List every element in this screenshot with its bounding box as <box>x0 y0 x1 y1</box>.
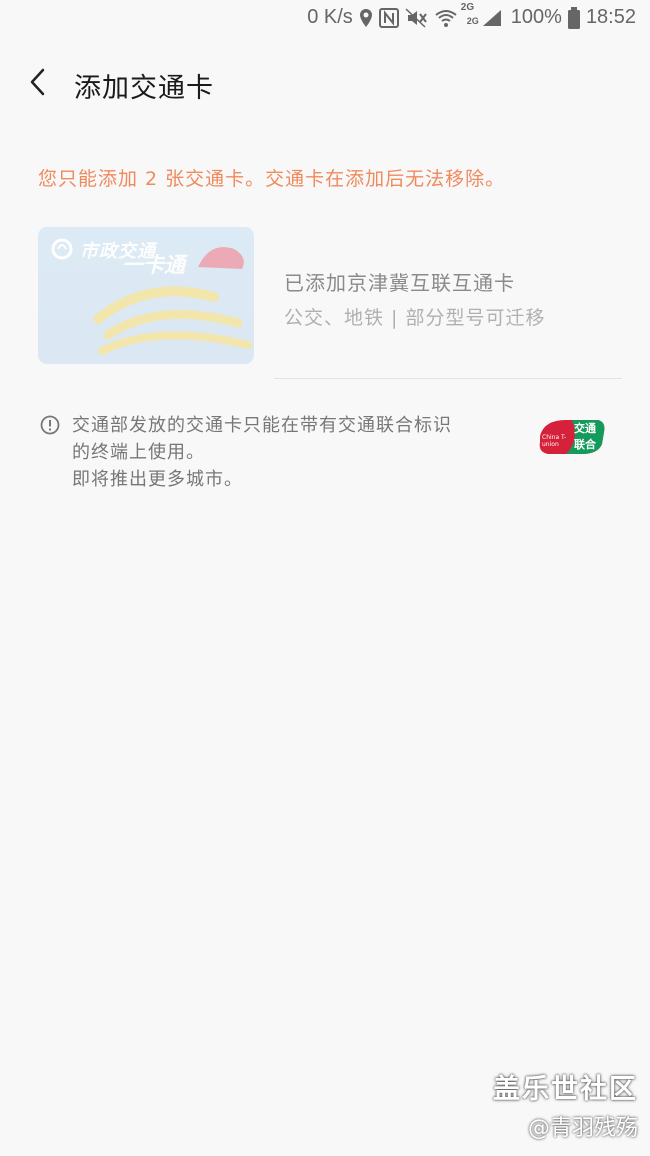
info-line-2: 的终端上使用。 <box>72 442 205 463</box>
logo-small-text: China T-union <box>542 434 567 448</box>
page-title: 添加交通卡 <box>74 73 214 104</box>
card-subtitle: 公交、地铁 | 部分型号可迁移 <box>284 307 546 329</box>
clock: 18:52 <box>585 6 636 28</box>
status-icons: 0 K/s 2G 2G 100% 18:52 <box>307 2 636 29</box>
info-text: 交通部发放的交通卡只能在带有交通联合标识 的终端上使用。 即将推出更多城市。 <box>72 412 512 493</box>
signal-label-bottom: 2G <box>466 15 479 26</box>
location-icon <box>359 8 373 28</box>
watermark-title: 盖乐世社区 <box>493 1074 638 1105</box>
app-header: 添加交通卡 <box>0 56 650 112</box>
divider <box>274 378 622 379</box>
back-button[interactable] <box>20 64 56 100</box>
transit-card-image: 市政交通 一卡通 <box>38 227 254 364</box>
info-line-3: 即将推出更多城市。 <box>72 469 243 490</box>
back-arrow-icon <box>30 68 45 96</box>
signal-label-top: 2G <box>460 1 475 13</box>
signal-icon: 2G 2G <box>461 2 505 28</box>
transit-card-item[interactable]: 市政交通 一卡通 已添加京津冀互联互通卡 公交、地铁 | 部分型号可迁移 <box>38 227 622 380</box>
battery-icon <box>567 6 580 29</box>
logo-text-top: 交通 <box>574 422 596 435</box>
warning-message: 您只能添加 2 张交通卡。交通卡在添加后无法移除。 <box>38 168 506 190</box>
card-brand-text2: 一卡通 <box>122 253 185 277</box>
battery-percent: 100% <box>510 6 562 28</box>
wifi-icon <box>435 8 457 28</box>
nfc-icon <box>378 7 399 28</box>
info-line-1: 交通部发放的交通卡只能在带有交通联合标识 <box>72 415 452 436</box>
watermark: 盖乐世社区 @青羽残殇 <box>493 1067 638 1142</box>
status-bar: 0 K/s 2G 2G 100% 18:52 <box>0 0 650 40</box>
card-title: 已添加京津冀互联互通卡 <box>284 271 515 295</box>
t-union-logo: 交通 联合 China T-union <box>536 414 608 460</box>
logo-text-bottom: 联合 <box>574 438 596 451</box>
mute-icon <box>405 7 429 28</box>
network-speed: 0 K/s <box>307 6 353 28</box>
info-block: 交通部发放的交通卡只能在带有交通联合标识 的终端上使用。 即将推出更多城市。 交… <box>38 412 622 502</box>
info-icon <box>40 415 60 435</box>
watermark-user: @青羽残殇 <box>527 1116 638 1141</box>
